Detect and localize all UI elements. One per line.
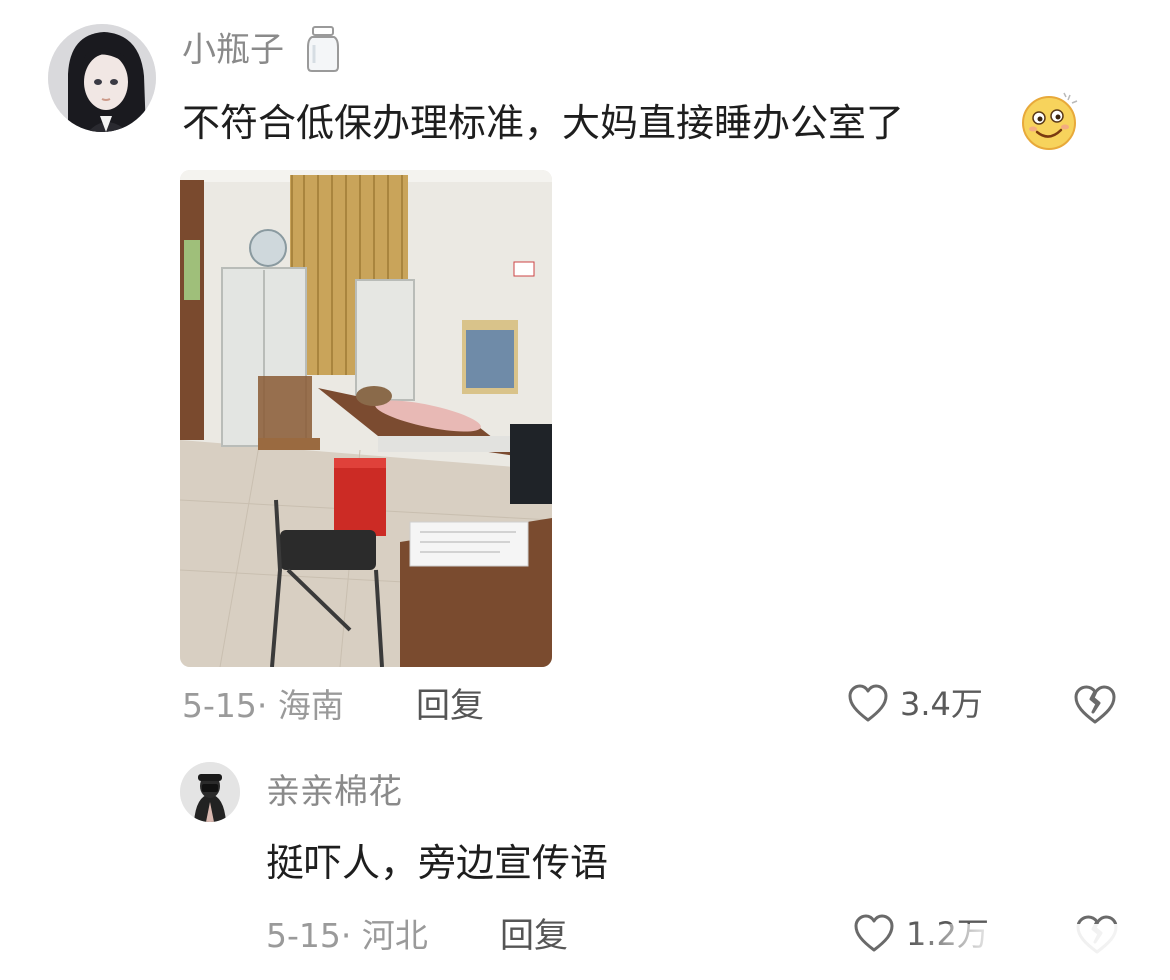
avatar-image [180, 762, 240, 822]
heart-icon [852, 912, 896, 956]
reply-button[interactable]: 回复 [416, 686, 484, 726]
comment-meta: 5-15· 海南 [182, 686, 344, 726]
comment-text: 挺吓人，旁边宣传语 [266, 841, 609, 885]
like-button[interactable]: 3.4万 [846, 682, 983, 726]
username[interactable]: 亲亲棉花 [266, 772, 402, 812]
meta-separator: · [256, 686, 268, 725]
watermark-overlay [910, 924, 1170, 980]
comment-location: 海南 [277, 686, 344, 725]
comment-location: 河北 [361, 916, 428, 955]
comment-date: 5-15 [182, 686, 257, 725]
comment-meta: 5-15· 河北 [266, 916, 428, 956]
comment-date: 5-15 [266, 916, 341, 955]
heart-icon [846, 682, 890, 726]
jar-icon [306, 25, 340, 77]
dislike-button[interactable] [1072, 682, 1118, 728]
comment-image[interactable] [180, 170, 552, 667]
smiling-face-emoji-icon [1020, 92, 1080, 156]
avatar[interactable] [48, 24, 156, 132]
reply-button[interactable]: 回复 [500, 916, 568, 956]
username[interactable]: 小瓶子 [182, 30, 284, 70]
like-count: 3.4万 [900, 685, 983, 723]
broken-heart-icon [1074, 685, 1116, 724]
comment-text: 不符合低保办理标准，大妈直接睡办公室了 [182, 101, 905, 145]
avatar-image [48, 24, 156, 132]
avatar[interactable] [180, 762, 240, 822]
meta-separator: · [340, 916, 352, 955]
